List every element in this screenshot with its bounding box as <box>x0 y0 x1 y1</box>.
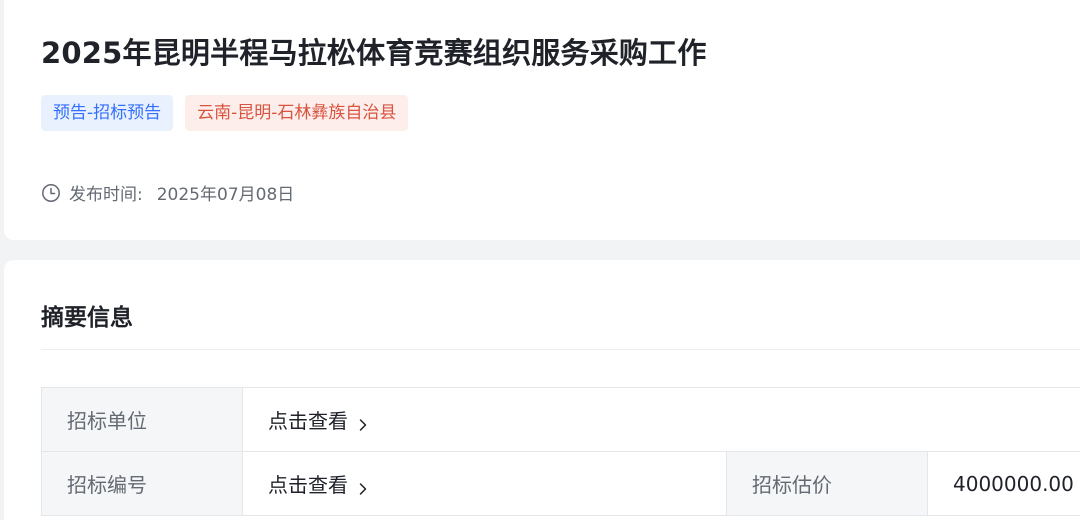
summary-card: 摘要信息 招标单位 点击查看 招标编号 点击查看 招标估价 4000000.00 <box>4 260 1080 520</box>
clock-icon <box>41 183 61 203</box>
view-bidder-link[interactable]: 点击查看 <box>268 405 368 434</box>
chevron-right-icon <box>358 413 368 431</box>
view-bidder-label: 点击查看 <box>268 409 348 433</box>
publish-label: 发布时间: <box>69 185 143 205</box>
publish-date: 2025年07月08日 <box>156 185 295 205</box>
tag-list: 预告-招标预告 云南-昆明-石林彝族自治县 <box>41 95 409 131</box>
bid-estimate-key: 招标估价 <box>727 452 928 515</box>
summary-table: 招标单位 点击查看 招标编号 点击查看 招标估价 4000000.00 <box>41 387 1080 516</box>
table-row: 招标单位 点击查看 <box>42 388 1080 452</box>
bid-number-key: 招标编号 <box>42 452 243 515</box>
publish-info: 发布时间: 2025年07月08日 <box>41 180 294 205</box>
category-tag[interactable]: 预告-招标预告 <box>41 95 174 131</box>
bidder-key: 招标单位 <box>42 388 243 451</box>
divider <box>41 349 1080 350</box>
bid-number-value: 点击查看 <box>243 452 727 515</box>
table-row: 招标编号 点击查看 招标估价 4000000.00 <box>42 452 1080 516</box>
view-bid-number-label: 点击查看 <box>268 473 348 497</box>
bidder-value: 点击查看 <box>243 388 1080 451</box>
bid-estimate-value: 4000000.00 <box>953 471 1074 496</box>
region-tag[interactable]: 云南-昆明-石林彝族自治县 <box>185 95 409 131</box>
page-title: 2025年昆明半程马拉松体育竞赛组织服务采购工作 <box>41 36 707 70</box>
section-title: 摘要信息 <box>41 305 133 331</box>
header-card: 2025年昆明半程马拉松体育竞赛组织服务采购工作 预告-招标预告 云南-昆明-石… <box>4 0 1080 240</box>
view-bid-number-link[interactable]: 点击查看 <box>268 469 368 498</box>
chevron-right-icon <box>358 477 368 495</box>
